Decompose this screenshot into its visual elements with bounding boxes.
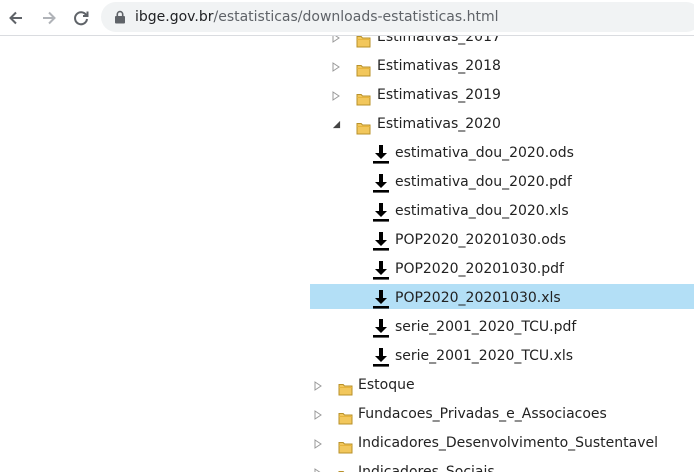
tree-item-label: Estoque [358, 377, 415, 393]
download-icon [372, 144, 390, 164]
tree-item-label: Estimativas_2019 [377, 87, 501, 103]
download-icon [372, 289, 390, 309]
url-host: ibge.gov.br [135, 9, 214, 25]
download-tree: Estimativas_2017 Estimativas_2018 Estimati… [0, 36, 694, 472]
arrow-right-icon [43, 11, 56, 25]
file-link-pop2020-20201030-xls[interactable]: POP2020_20201030.xls [0, 284, 694, 313]
tree-item-label: POP2020_20201030.ods [395, 232, 566, 248]
browser-toolbar: ibge.gov.br/estatisticas/downloads-estat… [0, 0, 694, 36]
collapsed-triangle-icon[interactable] [312, 371, 324, 400]
tree-item-label: estimativa_dou_2020.ods [395, 145, 574, 161]
reload-button[interactable] [69, 6, 93, 30]
tree-item-label: Estimativas_2017 [377, 36, 501, 45]
tree-item-label: Estimativas_2020 [377, 116, 501, 132]
expanded-triangle-icon[interactable] [330, 110, 342, 139]
folder-icon [338, 436, 353, 454]
folder-node-estoque[interactable]: Estoque [0, 371, 694, 400]
collapsed-triangle-icon[interactable] [330, 36, 342, 52]
tree-item-label: estimativa_dou_2020.xls [395, 203, 569, 219]
folder-node-estimativas-2019[interactable]: Estimativas_2019 [0, 81, 694, 110]
forward-button[interactable] [37, 6, 61, 30]
back-button[interactable] [4, 6, 28, 30]
download-icon [372, 173, 390, 193]
folder-icon [338, 407, 353, 425]
folder-icon [338, 378, 353, 396]
arrow-left-icon [9, 11, 22, 25]
folder-node-estimativas-2018[interactable]: Estimativas_2018 [0, 52, 694, 81]
collapsed-triangle-icon[interactable] [330, 81, 342, 110]
tree-item-label: POP2020_20201030.pdf [395, 261, 564, 277]
download-icon [372, 260, 390, 280]
tree-item-label: POP2020_20201030.xls [395, 290, 561, 306]
lock-icon [115, 10, 125, 24]
file-link-estimativa-dou-2020-xls[interactable]: estimativa_dou_2020.xls [0, 197, 694, 226]
collapsed-triangle-icon[interactable] [312, 458, 324, 472]
file-link-pop2020-20201030-pdf[interactable]: POP2020_20201030.pdf [0, 255, 694, 284]
folder-icon [356, 36, 371, 48]
tree-item-label: serie_2001_2020_TCU.pdf [395, 319, 577, 335]
folder-node-estimativas-2020[interactable]: Estimativas_2020 [0, 110, 694, 139]
folder-node-estimativas-2017[interactable]: Estimativas_2017 [0, 36, 694, 52]
tree-item-label: serie_2001_2020_TCU.xls [395, 348, 574, 364]
tree-item-label: Indicadores_Desenvolvimento_Sustentavel [358, 435, 659, 451]
tree-item-label: Estimativas_2018 [377, 58, 501, 74]
url-text: ibge.gov.br/estatisticas/downloads-estat… [135, 8, 499, 26]
file-link-serie-2001-2020-tcu-pdf[interactable]: serie_2001_2020_TCU.pdf [0, 313, 694, 342]
file-link-estimativa-dou-2020-ods[interactable]: estimativa_dou_2020.ods [0, 139, 694, 168]
file-link-estimativa-dou-2020-pdf[interactable]: estimativa_dou_2020.pdf [0, 168, 694, 197]
reload-icon [74, 11, 89, 26]
collapsed-triangle-icon[interactable] [312, 400, 324, 429]
folder-node-indicadores-desenvolvimento-sustentavel[interactable]: Indicadores_Desenvolvimento_Sustentavel [0, 429, 694, 458]
address-bar[interactable]: ibge.gov.br/estatisticas/downloads-estat… [101, 2, 694, 32]
file-link-pop2020-20201030-ods[interactable]: POP2020_20201030.ods [0, 226, 694, 255]
download-icon [372, 318, 390, 338]
folder-node-indicadores-sociais[interactable]: Indicadores_Sociais [0, 458, 694, 472]
collapsed-triangle-icon[interactable] [312, 429, 324, 458]
download-icon [372, 347, 390, 367]
url-path: /estatisticas/downloads-estatisticas.htm… [213, 9, 499, 25]
tree-item-label: Fundacoes_Privadas_e_Associacoes [358, 406, 607, 422]
download-icon [372, 202, 390, 222]
file-link-serie-2001-2020-tcu-xls[interactable]: serie_2001_2020_TCU.xls [0, 342, 694, 371]
folder-icon [338, 465, 353, 472]
tree-item-label: estimativa_dou_2020.pdf [395, 174, 572, 190]
folder-icon [356, 117, 371, 135]
collapsed-triangle-icon[interactable] [330, 52, 342, 81]
download-icon [372, 231, 390, 251]
folder-icon [356, 88, 371, 106]
folder-node-fundacoes-privadas-e-associacoes[interactable]: Fundacoes_Privadas_e_Associacoes [0, 400, 694, 429]
folder-icon [356, 59, 371, 77]
tree-item-label: Indicadores_Sociais [358, 464, 495, 472]
